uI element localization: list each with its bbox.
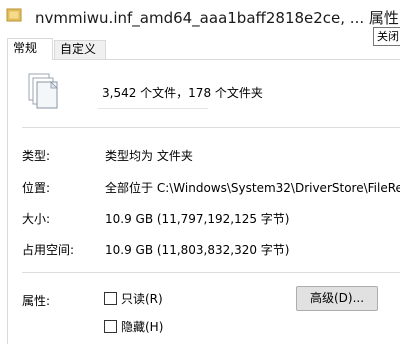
location-value: 全部位于 C:\Windows\System32\DriverStore\Fil…: [105, 181, 400, 195]
readonly-checkbox-row[interactable]: 只读(R): [104, 292, 163, 308]
properties-window: nvmmiwu.inf_amd64_aaa1baff2818e2ce, ... …: [0, 0, 400, 344]
title-bar[interactable]: nvmmiwu.inf_amd64_aaa1baff2818e2ce, ... …: [0, 0, 400, 33]
tab-general[interactable]: 常规: [7, 38, 53, 60]
advanced-button[interactable]: 高级(D)...: [296, 286, 378, 311]
size-value: 10.9 GB (11,797,192,125 字节): [105, 212, 290, 226]
window-title: nvmmiwu.inf_amd64_aaa1baff2818e2ce, ... …: [35, 9, 399, 27]
type-label: 类型:: [22, 149, 51, 163]
divider: [22, 127, 400, 128]
hidden-checkbox[interactable]: [104, 320, 117, 333]
multiple-files-icon: [27, 72, 61, 112]
size-on-disk-label: 占用空间:: [22, 243, 75, 257]
type-value: 类型均为 文件夹: [105, 149, 193, 163]
size-label: 大小:: [22, 212, 51, 226]
tab-customize[interactable]: 自定义: [54, 40, 106, 59]
hidden-checkbox-row[interactable]: 隐藏(H): [104, 320, 163, 336]
folder-stack-icon: [6, 8, 22, 22]
location-label: 位置:: [22, 181, 51, 195]
close-tooltip: 关闭: [373, 27, 400, 46]
size-on-disk-value: 10.9 GB (11,803,832,320 字节): [105, 243, 290, 257]
attributes-label: 属性:: [22, 294, 51, 308]
hidden-label: 隐藏(H): [121, 320, 164, 334]
divider: [22, 272, 400, 273]
readonly-checkbox[interactable]: [104, 292, 117, 305]
summary-field-underline: [98, 108, 208, 109]
readonly-label: 只读(R): [121, 292, 163, 306]
summary-count-field[interactable]: 3,542 个文件，178 个文件夹: [102, 84, 263, 102]
